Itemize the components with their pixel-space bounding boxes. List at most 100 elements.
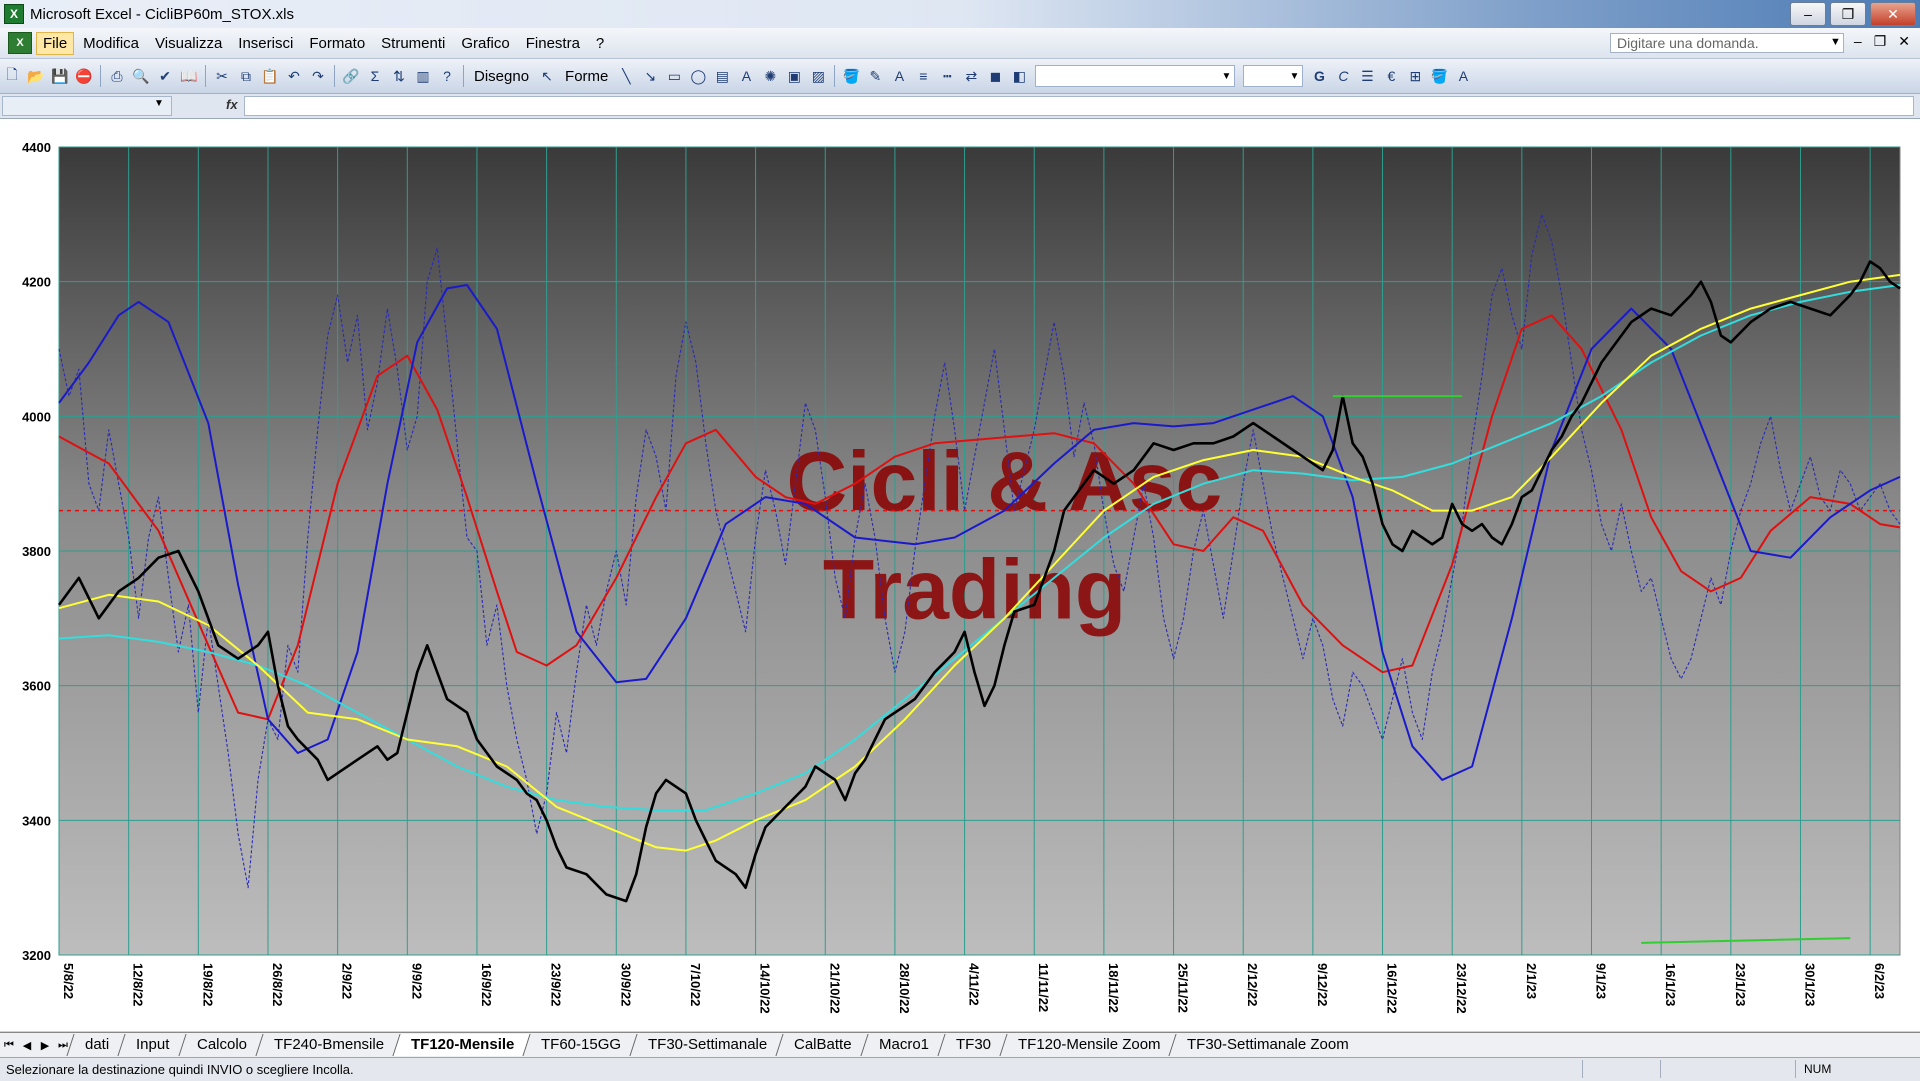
- sheet-tab-tf30-settimanale-zoom[interactable]: TF30-Settimanale Zoom: [1168, 1034, 1367, 1056]
- menu-grafico[interactable]: Grafico: [454, 32, 516, 55]
- sheet-tab-tf120-mensile-zoom[interactable]: TF120-Mensile Zoom: [999, 1034, 1178, 1056]
- copy-icon[interactable]: ⧉: [235, 65, 257, 87]
- help-icon[interactable]: ?: [436, 65, 458, 87]
- formula-bar: ▼ fx: [0, 94, 1920, 119]
- line-color-icon[interactable]: ✎: [864, 65, 886, 87]
- italic-button[interactable]: C: [1332, 65, 1354, 87]
- sheet-tab-input[interactable]: Input: [117, 1034, 188, 1056]
- line-icon[interactable]: ╲: [615, 65, 637, 87]
- workbook-icon[interactable]: X: [8, 32, 32, 54]
- clipart-icon[interactable]: ▣: [783, 65, 805, 87]
- next-sheet-icon[interactable]: ▶: [36, 1039, 54, 1052]
- name-box[interactable]: [2, 96, 172, 116]
- new-icon[interactable]: 🗋: [1, 65, 23, 87]
- menu-inserisci[interactable]: Inserisci: [231, 32, 300, 55]
- disegno-menu[interactable]: Disegno: [468, 68, 535, 85]
- sheet-tab-label: TF30-Settimanale Zoom: [1187, 1036, 1350, 1053]
- x-tick-label: 14/10/22: [758, 963, 773, 1014]
- sheet-tab-tf240-bmensile[interactable]: TF240-Bmensile: [255, 1034, 402, 1056]
- x-tick-label: 9/12/22: [1315, 963, 1330, 1006]
- x-tick-label: 28/10/22: [897, 963, 912, 1014]
- sheet-tab-macro1[interactable]: Macro1: [860, 1034, 947, 1056]
- sheet-tab-tf30-settimanale[interactable]: TF30-Settimanale: [629, 1034, 785, 1056]
- autosum-icon[interactable]: Σ: [364, 65, 386, 87]
- chevron-down-icon[interactable]: ▼: [154, 98, 164, 109]
- workbook-minimize-button[interactable]: –: [1854, 33, 1862, 50]
- chevron-down-icon[interactable]: ▼: [1830, 36, 1841, 48]
- y-tick-label: 3800: [22, 544, 51, 559]
- cut-icon[interactable]: ✂: [211, 65, 233, 87]
- paste-icon[interactable]: 📋: [259, 65, 281, 87]
- question-input[interactable]: Digitare una domanda.: [1610, 33, 1844, 53]
- select-objects-icon[interactable]: ↖: [536, 65, 558, 87]
- font-color-icon[interactable]: A: [888, 65, 910, 87]
- print-preview-icon[interactable]: 🔍: [130, 65, 152, 87]
- first-sheet-icon[interactable]: ⏮: [0, 1039, 18, 1052]
- undo-icon[interactable]: ↶: [283, 65, 305, 87]
- sheet-tab-label: TF30: [955, 1036, 991, 1053]
- print-icon[interactable]: ⎙: [106, 65, 128, 87]
- forme-menu[interactable]: Forme: [559, 68, 614, 85]
- font-color-icon[interactable]: A: [1452, 65, 1474, 87]
- watermark-text: Cicli & Asc: [787, 435, 1223, 529]
- research-icon[interactable]: 📖: [178, 65, 200, 87]
- borders-icon[interactable]: ⊞: [1404, 65, 1426, 87]
- menu-finestra[interactable]: Finestra: [519, 32, 587, 55]
- picture-icon[interactable]: ▨: [807, 65, 829, 87]
- dash-style-icon[interactable]: ┅: [936, 65, 958, 87]
- sheet-tab-tf30[interactable]: TF30: [937, 1034, 1009, 1056]
- function-icon[interactable]: fx: [226, 97, 238, 112]
- font-name-select[interactable]: ▼: [1035, 65, 1236, 87]
- shadow-icon[interactable]: ◼: [984, 65, 1006, 87]
- oval-icon[interactable]: ◯: [687, 65, 709, 87]
- workbook-close-button[interactable]: ✕: [1898, 33, 1910, 50]
- fill-color-icon[interactable]: 🪣: [840, 65, 862, 87]
- rectangle-icon[interactable]: ▭: [663, 65, 685, 87]
- euro-icon[interactable]: €: [1380, 65, 1402, 87]
- textbox-icon[interactable]: ▤: [711, 65, 733, 87]
- menu-formato[interactable]: Formato: [302, 32, 372, 55]
- x-tick-label: 5/8/22: [61, 963, 76, 999]
- x-tick-label: 18/11/22: [1106, 963, 1121, 1013]
- menu-file[interactable]: File: [36, 31, 75, 55]
- permission-icon[interactable]: ⛔: [73, 65, 95, 87]
- menu-strumenti[interactable]: Strumenti: [374, 32, 452, 55]
- diagram-icon[interactable]: ✺: [759, 65, 781, 87]
- font-size-select[interactable]: ▼: [1243, 65, 1304, 87]
- x-tick-label: 25/11/22: [1176, 963, 1191, 1013]
- menu-help[interactable]: ?: [589, 32, 611, 55]
- menu-modifica[interactable]: Modifica: [76, 32, 146, 55]
- open-icon[interactable]: 📂: [25, 65, 47, 87]
- arrow-icon[interactable]: ↘: [639, 65, 661, 87]
- prev-sheet-icon[interactable]: ◀: [18, 1039, 36, 1052]
- save-icon[interactable]: 💾: [49, 65, 71, 87]
- menu-visualizza[interactable]: Visualizza: [148, 32, 229, 55]
- chart-svg[interactable]: 3200 3400 3600 3800 4000 4200 4400 5/8/22 12/8/2…: [0, 119, 1920, 1031]
- chart-wizard-icon[interactable]: ▥: [412, 65, 434, 87]
- sheet-tab-calbatte[interactable]: CalBatte: [775, 1034, 870, 1056]
- 3d-icon[interactable]: ◧: [1008, 65, 1030, 87]
- minimize-button[interactable]: –: [1790, 2, 1826, 26]
- spelling-icon[interactable]: ✔: [154, 65, 176, 87]
- align-icon[interactable]: ☰: [1356, 65, 1378, 87]
- wordart-icon[interactable]: A: [735, 65, 757, 87]
- chart-area[interactable]: 3200 3400 3600 3800 4000 4200 4400 5/8/22 12/8/2…: [0, 119, 1920, 1031]
- excel-icon[interactable]: X: [4, 4, 24, 24]
- close-button[interactable]: ✕: [1870, 2, 1916, 26]
- sheet-tab-tf60-15gg[interactable]: TF60-15GG: [522, 1034, 639, 1056]
- arrow-style-icon[interactable]: ⇄: [960, 65, 982, 87]
- x-tick-label: 19/8/22: [200, 963, 215, 1006]
- formula-input[interactable]: [244, 96, 1914, 116]
- hyperlink-icon[interactable]: 🔗: [340, 65, 362, 87]
- workbook-restore-button[interactable]: ❐: [1874, 33, 1887, 50]
- sort-icon[interactable]: ⇅: [388, 65, 410, 87]
- sheet-tab-calcolo[interactable]: Calcolo: [177, 1034, 265, 1056]
- sheet-tab-tf120-mensile[interactable]: TF120-Mensile: [392, 1034, 532, 1056]
- bold-button[interactable]: G: [1308, 65, 1330, 87]
- line-style-icon[interactable]: ≡: [912, 65, 934, 87]
- maximize-button[interactable]: ❐: [1830, 2, 1866, 26]
- toolbar-separator: [100, 65, 101, 87]
- status-num-indicator: NUM: [1795, 1060, 1864, 1078]
- redo-icon[interactable]: ↷: [307, 65, 329, 87]
- highlight-icon[interactable]: 🪣: [1428, 65, 1450, 87]
